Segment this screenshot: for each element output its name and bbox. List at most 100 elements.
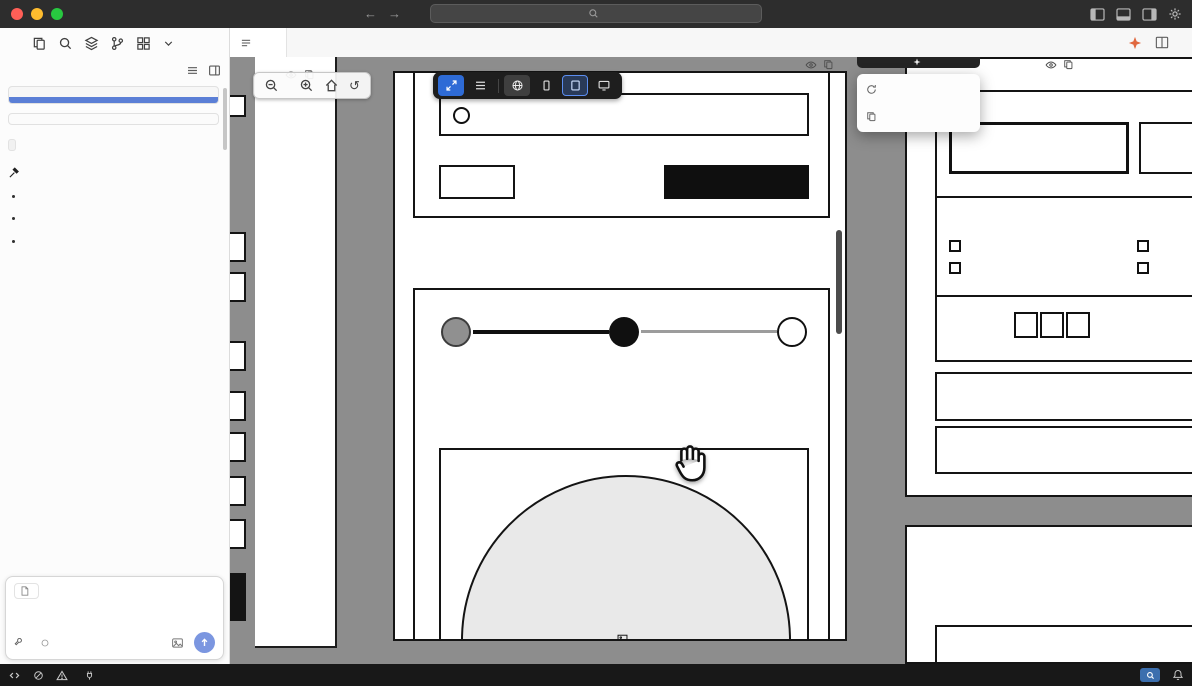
frame-scrollbar-thumb[interactable]: [836, 230, 842, 334]
problems-indicator[interactable]: [33, 669, 72, 681]
step-3-circle[interactable]: [777, 317, 807, 347]
reset-rotation-icon[interactable]: ↺: [349, 79, 360, 92]
search-icon[interactable]: [58, 36, 73, 51]
minimize-window-button[interactable]: [31, 8, 43, 20]
checkbox-olives[interactable]: [1137, 262, 1149, 274]
hammer-icon: [8, 166, 20, 179]
next-toppings-button[interactable]: [664, 165, 809, 199]
mobile-view-button[interactable]: [533, 75, 559, 96]
radio-button[interactable]: [453, 107, 470, 124]
title-bar: ← →: [0, 0, 1192, 28]
eye-icon[interactable]: [1045, 60, 1057, 70]
settings-gear-icon[interactable]: [1168, 7, 1182, 21]
section-heading-physical-realism: [8, 166, 219, 179]
context-chip[interactable]: [14, 583, 39, 599]
copy-icon[interactable]: [1063, 59, 1074, 70]
sidebar-panel-header: [0, 58, 229, 82]
eye-icon[interactable]: [805, 60, 817, 70]
list-view-button[interactable]: [467, 75, 493, 96]
clipped-wireframe-button: [230, 573, 246, 621]
add-to-favorites-button[interactable]: [935, 426, 1192, 474]
code-block: [8, 86, 219, 104]
split-editor-icon[interactable]: [1155, 36, 1169, 49]
toggle-primary-sidebar-icon[interactable]: [1090, 7, 1105, 21]
code-block-content: [9, 87, 218, 97]
result-box: [8, 113, 219, 125]
list-view-icon[interactable]: [186, 64, 199, 77]
desktop-view-button[interactable]: [591, 75, 617, 96]
layers-icon[interactable]: [84, 36, 99, 51]
step-1-circle[interactable]: [441, 317, 471, 347]
extensions-grid-icon[interactable]: [136, 36, 151, 51]
toggle-secondary-sidebar-icon[interactable]: [1142, 7, 1157, 21]
design-canvas[interactable]: ↺: [230, 57, 1192, 664]
create-variations-button[interactable]: [857, 57, 980, 68]
history-forward-button[interactable]: →: [388, 6, 401, 21]
toggle-panel-icon[interactable]: [1116, 7, 1131, 21]
wf-toppings-section: [935, 198, 1192, 297]
copy-pages-icon[interactable]: [32, 36, 47, 51]
fit-to-screen-button[interactable]: [438, 75, 464, 96]
quantity-value: [1040, 312, 1064, 338]
hand-cursor: [667, 440, 713, 486]
zoom-window-button[interactable]: [51, 8, 63, 20]
clipped-wireframe-item: [230, 476, 246, 506]
checkbox-extra-cheese[interactable]: [949, 240, 961, 252]
pizza-preview-caption: [441, 630, 807, 639]
titlebar-actions: [1090, 7, 1182, 21]
menu-item-iterate[interactable]: [857, 76, 980, 103]
file-icon: [20, 586, 29, 596]
refresh-icon: [866, 84, 877, 95]
quantity-plus-button[interactable]: [1066, 312, 1090, 338]
close-window-button[interactable]: [11, 8, 23, 20]
wireframe-frame-cart[interactable]: [905, 525, 1192, 664]
checkbox-pepperoni[interactable]: [1137, 240, 1149, 252]
list-item: [25, 236, 219, 249]
tablet-view-button[interactable]: [562, 75, 588, 96]
web-view-button[interactable]: [504, 75, 530, 96]
ports-indicator[interactable]: [84, 670, 99, 681]
step-2-circle[interactable]: [609, 317, 639, 347]
wireframe-frame-center[interactable]: [393, 71, 847, 641]
crust-option-clipped[interactable]: [1139, 122, 1192, 174]
command-center-search[interactable]: [430, 4, 762, 23]
copy-icon[interactable]: [823, 59, 834, 70]
list-item: [25, 191, 219, 204]
zoom-in-icon[interactable]: [299, 78, 314, 93]
zoom-toolbar: ↺: [253, 72, 371, 99]
add-to-cart-button[interactable]: [935, 372, 1192, 421]
wireframe-frame-left[interactable]: [255, 57, 337, 648]
home-icon[interactable]: [324, 78, 339, 93]
show-more-button[interactable]: [9, 97, 218, 103]
image-placeholder-icon: [617, 634, 628, 639]
clipped-wireframe-item: [230, 95, 246, 117]
notifications-bell-icon[interactable]: [1172, 669, 1184, 681]
attach-image-icon[interactable]: [171, 637, 184, 649]
checkbox-mushrooms[interactable]: [949, 262, 961, 274]
tab-superdesign-canvas[interactable]: [230, 28, 287, 57]
clipped-wireframe-item: [230, 341, 246, 371]
quantity-minus-button[interactable]: [1014, 312, 1038, 338]
list-item: [25, 213, 219, 226]
clipped-wireframe-item: [230, 432, 246, 462]
send-button[interactable]: [194, 632, 215, 653]
clipped-wireframe-item: [230, 391, 246, 421]
wf-option-stuffed-crust[interactable]: [439, 93, 809, 136]
panel-layout-icon[interactable]: [208, 64, 221, 77]
chat-input-card[interactable]: [5, 576, 224, 660]
zoom-status-button[interactable]: [1140, 668, 1160, 682]
history-back-button[interactable]: ←: [364, 6, 377, 21]
pizza-circle: [461, 475, 791, 639]
chevron-down-icon[interactable]: [162, 37, 175, 50]
chat-transcript: [0, 82, 229, 574]
search-icon: [588, 8, 599, 19]
back-button[interactable]: [439, 165, 515, 199]
sparkle-icon: [913, 58, 921, 66]
menu-item-copy-prompt[interactable]: [857, 103, 980, 130]
copy-icon: [866, 111, 877, 122]
git-branch-icon[interactable]: [110, 36, 125, 51]
zoom-out-icon[interactable]: [264, 78, 279, 93]
remote-indicator[interactable]: [8, 669, 21, 682]
superdesign-sparkle-icon[interactable]: [1128, 36, 1142, 50]
improvement-list: [8, 191, 219, 249]
